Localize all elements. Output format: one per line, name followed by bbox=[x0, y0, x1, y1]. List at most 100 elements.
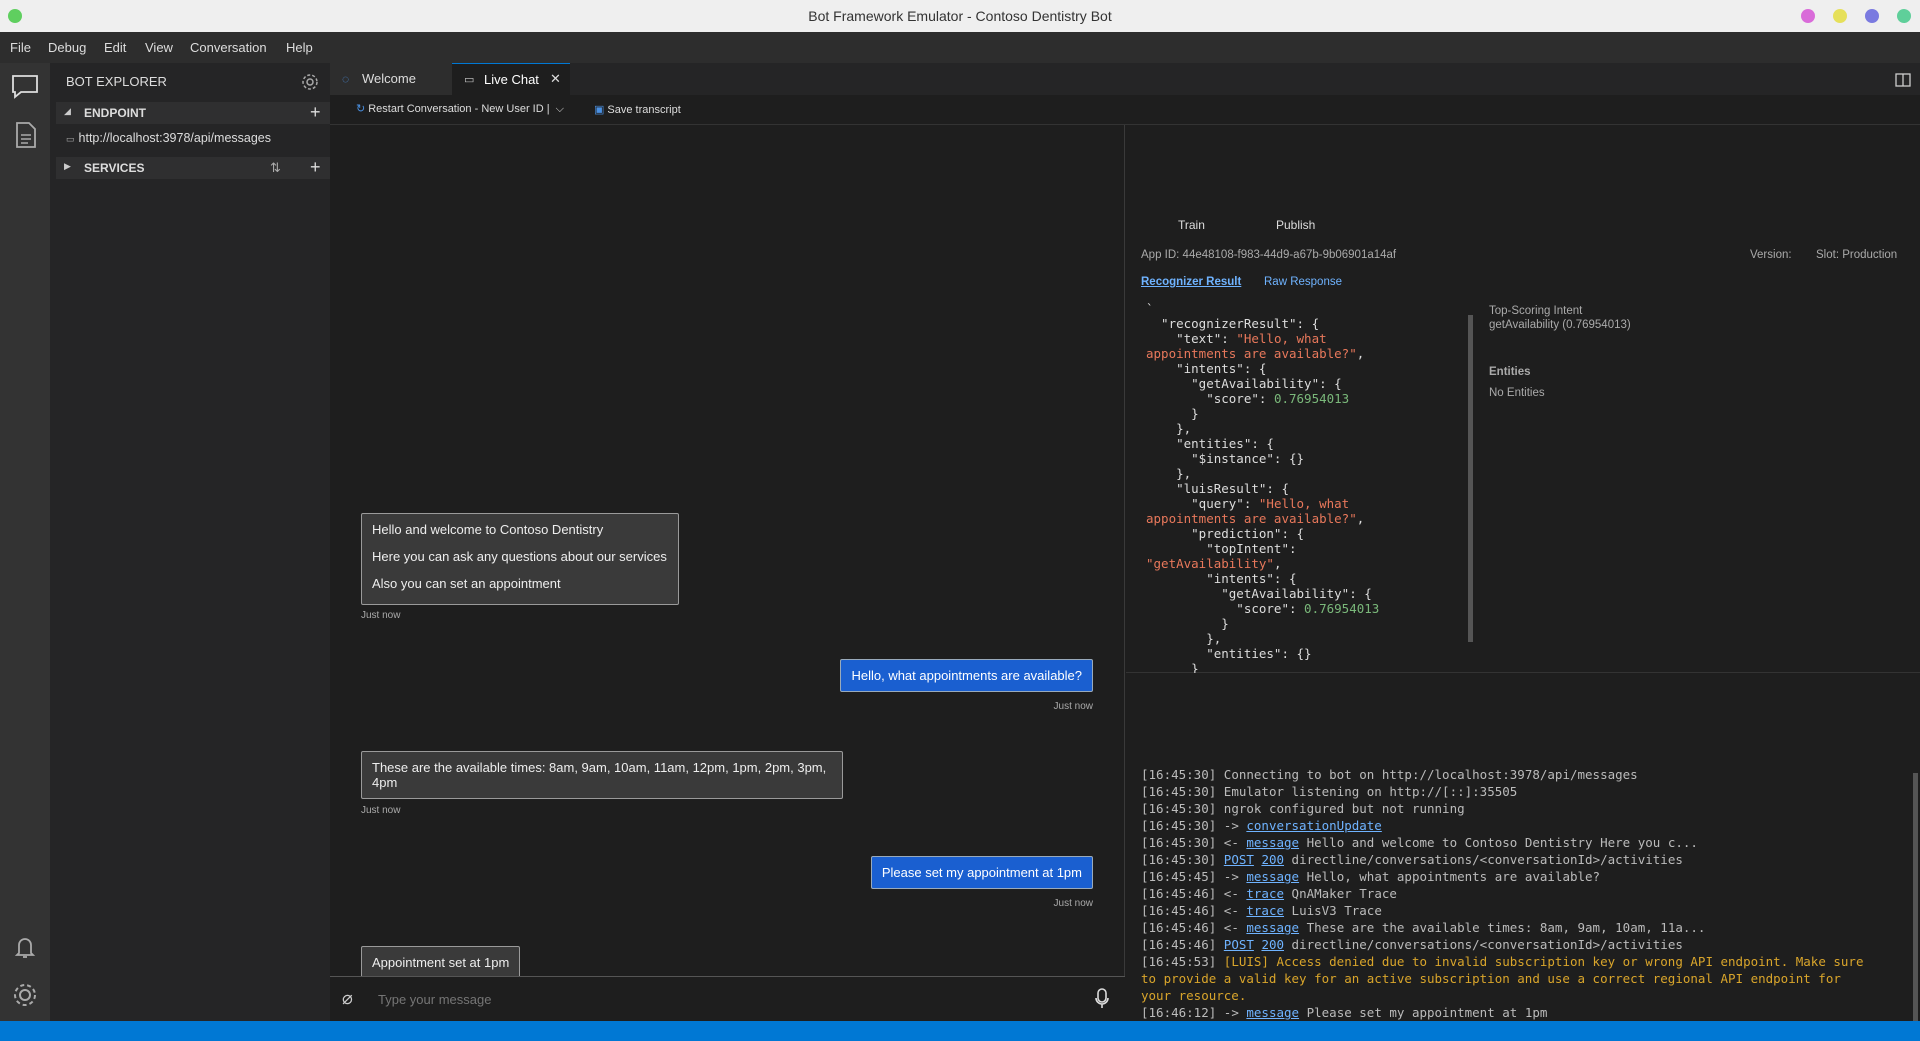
luis-inspector: Train Publish App ID: 44e48108-f983-44d9… bbox=[1126, 125, 1920, 721]
collapse-arrow-icon: ▶ bbox=[64, 161, 71, 171]
log-warning: to provide a valid key for an active sub… bbox=[1141, 971, 1841, 986]
settings-gear-icon[interactable] bbox=[11, 981, 39, 1009]
tab-live-chat-label: Live Chat bbox=[484, 72, 539, 87]
menu-conversation[interactable]: Conversation bbox=[190, 40, 267, 55]
log-time: [16:45:30] bbox=[1141, 818, 1224, 833]
log-line: [16:45:30] Emulator listening on http://… bbox=[1141, 784, 1863, 801]
log-text: Emulator listening on http://[::]:35505 bbox=[1223, 784, 1518, 799]
tab-recognizer-result[interactable]: Recognizer Result bbox=[1141, 276, 1241, 288]
log-link[interactable]: trace bbox=[1246, 886, 1284, 901]
log-link[interactable]: message bbox=[1246, 869, 1299, 884]
log-time: [16:45:46] bbox=[1141, 920, 1224, 935]
tab-raw-response[interactable]: Raw Response bbox=[1264, 276, 1342, 288]
title-bar: Bot Framework Emulator - Contoso Dentist… bbox=[0, 0, 1920, 32]
timestamp: Just now bbox=[1053, 898, 1093, 909]
log-warning: [LUIS] Access denied due to invalid subs… bbox=[1223, 954, 1864, 969]
log-link[interactable]: message bbox=[1246, 1005, 1299, 1020]
recognizer-json-view: ` "recognizerResult": { "text": "Hello, … bbox=[1146, 301, 1380, 721]
tab-live-chat[interactable]: ▭ Live Chat ✕ bbox=[452, 63, 570, 95]
bot-message[interactable]: These are the available times: 8am, 9am,… bbox=[361, 751, 843, 799]
log-line: your resource. bbox=[1141, 988, 1863, 1005]
chat-tab-icon: ▭ bbox=[464, 74, 475, 86]
transcript-icon[interactable] bbox=[11, 121, 39, 149]
menu-file[interactable]: File bbox=[10, 40, 31, 55]
log-text: Please set my appointment at 1pm bbox=[1299, 1005, 1548, 1020]
timestamp: Just now bbox=[361, 610, 401, 621]
log-link[interactable]: message bbox=[1246, 920, 1299, 935]
log-text: directline/conversations/<conversationId… bbox=[1284, 852, 1683, 867]
chevron-down-icon: ⌵ bbox=[555, 103, 564, 115]
add-service-icon[interactable]: + bbox=[310, 157, 321, 178]
log-link[interactable]: conversationUpdate bbox=[1246, 818, 1381, 833]
log-link[interactable]: message bbox=[1246, 835, 1299, 850]
add-endpoint-icon[interactable]: + bbox=[310, 102, 321, 123]
main-area: ◌ Welcome ▭ Live Chat ✕ ↻ Restart Convers… bbox=[330, 63, 1920, 1041]
chat-icon[interactable] bbox=[11, 74, 39, 100]
log-line: [16:46:12] -> message Please set my appo… bbox=[1141, 1005, 1863, 1021]
endpoint-section-header[interactable]: ◢ ENDPOINT + bbox=[56, 102, 330, 124]
save-transcript-button[interactable]: ▣ Save transcript bbox=[594, 103, 681, 116]
log-link[interactable]: trace bbox=[1246, 903, 1284, 918]
sort-icon[interactable]: ⇅ bbox=[270, 160, 281, 176]
log-direction: <- bbox=[1223, 920, 1247, 935]
globe-icon: ◌ bbox=[342, 72, 350, 86]
top-intent-value: getAvailability (0.76954013) bbox=[1489, 319, 1631, 331]
user-message[interactable]: Please set my appointment at 1pm bbox=[870, 856, 1093, 889]
window-control-icon[interactable] bbox=[1833, 9, 1847, 23]
microphone-icon[interactable] bbox=[1094, 988, 1110, 1010]
log-direction: <- bbox=[1223, 903, 1247, 918]
message-text: Please set my appointment at 1pm bbox=[881, 865, 1082, 880]
log-scrollbar[interactable] bbox=[1913, 773, 1918, 1021]
menu-edit[interactable]: Edit bbox=[104, 40, 126, 55]
window-control-icon[interactable] bbox=[1801, 9, 1815, 23]
status-bar bbox=[0, 1021, 1920, 1041]
save-icon: ▣ bbox=[594, 104, 605, 116]
publish-button[interactable]: Publish bbox=[1276, 218, 1315, 232]
menu-debug[interactable]: Debug bbox=[48, 40, 86, 55]
save-label: Save transcript bbox=[607, 104, 681, 116]
log-text: Hello and welcome to Contoso Dentistry H… bbox=[1299, 835, 1698, 850]
train-button[interactable]: Train bbox=[1178, 218, 1205, 232]
user-message[interactable]: Hello, what appointments are available? bbox=[840, 659, 1093, 692]
window-title: Bot Framework Emulator - Contoso Dentist… bbox=[808, 8, 1112, 24]
menu-help[interactable]: Help bbox=[286, 40, 313, 55]
log-panel: [16:45:30] Connecting to bot on http://l… bbox=[1126, 673, 1920, 1021]
menu-bar: File Debug Edit View Conversation Help bbox=[0, 32, 1920, 63]
bot-message[interactable]: Appointment set at 1pm bbox=[361, 946, 521, 979]
bell-icon[interactable] bbox=[11, 933, 39, 961]
log-direction: -> bbox=[1223, 1005, 1247, 1020]
json-scrollbar[interactable] bbox=[1468, 315, 1473, 642]
log-line: [16:45:46] <- trace QnAMaker Trace bbox=[1141, 886, 1863, 903]
timestamp: Just now bbox=[361, 805, 401, 816]
split-view-icon[interactable] bbox=[1895, 73, 1911, 87]
entities-label: Entities bbox=[1489, 366, 1531, 378]
endpoint-item[interactable]: ▭ http://localhost:3978/api/messages bbox=[66, 131, 271, 145]
chat-pane: Hello and welcome to Contoso Dentistry H… bbox=[330, 125, 1125, 1041]
activity-bar bbox=[0, 63, 50, 1021]
services-section-header[interactable]: ▶ SERVICES ⇅ + bbox=[56, 157, 330, 179]
close-tab-icon[interactable]: ✕ bbox=[550, 71, 561, 87]
restart-conversation-button[interactable]: ↻ Restart Conversation - New User ID | ⌵ bbox=[356, 102, 564, 116]
attachment-icon[interactable]: ⌀ bbox=[342, 988, 353, 1009]
tab-welcome[interactable]: ◌ Welcome bbox=[330, 63, 452, 95]
explorer-settings-icon[interactable] bbox=[301, 73, 319, 91]
restart-label: Restart Conversation - New User ID | bbox=[368, 103, 550, 115]
log-link[interactable]: POST bbox=[1224, 937, 1254, 952]
log-status-link[interactable]: 200 bbox=[1261, 852, 1284, 867]
log-time: [16:45:46] bbox=[1141, 937, 1224, 952]
menu-view[interactable]: View bbox=[145, 40, 173, 55]
log-text: Connecting to bot on http://localhost:39… bbox=[1223, 767, 1638, 782]
log-line: [16:45:46] <- trace LuisV3 Trace bbox=[1141, 903, 1863, 920]
log-time: [16:45:46] bbox=[1141, 903, 1224, 918]
window-control-icon[interactable] bbox=[1865, 9, 1879, 23]
app-id-label: App ID: 44e48108-f983-44d9-a67b-9b06901a… bbox=[1141, 249, 1397, 261]
bot-message[interactable]: Hello and welcome to Contoso Dentistry H… bbox=[361, 513, 679, 605]
log-line: [16:45:30] POST 200 directline/conversat… bbox=[1141, 852, 1863, 869]
window-control-icon[interactable] bbox=[1897, 9, 1911, 23]
entities-value: No Entities bbox=[1489, 387, 1545, 399]
log-status-link[interactable]: 200 bbox=[1261, 937, 1284, 952]
log-direction: <- bbox=[1223, 835, 1247, 850]
log-link[interactable]: POST bbox=[1224, 852, 1254, 867]
log-time: [16:45:30] bbox=[1141, 852, 1224, 867]
message-input[interactable] bbox=[378, 989, 1058, 1009]
